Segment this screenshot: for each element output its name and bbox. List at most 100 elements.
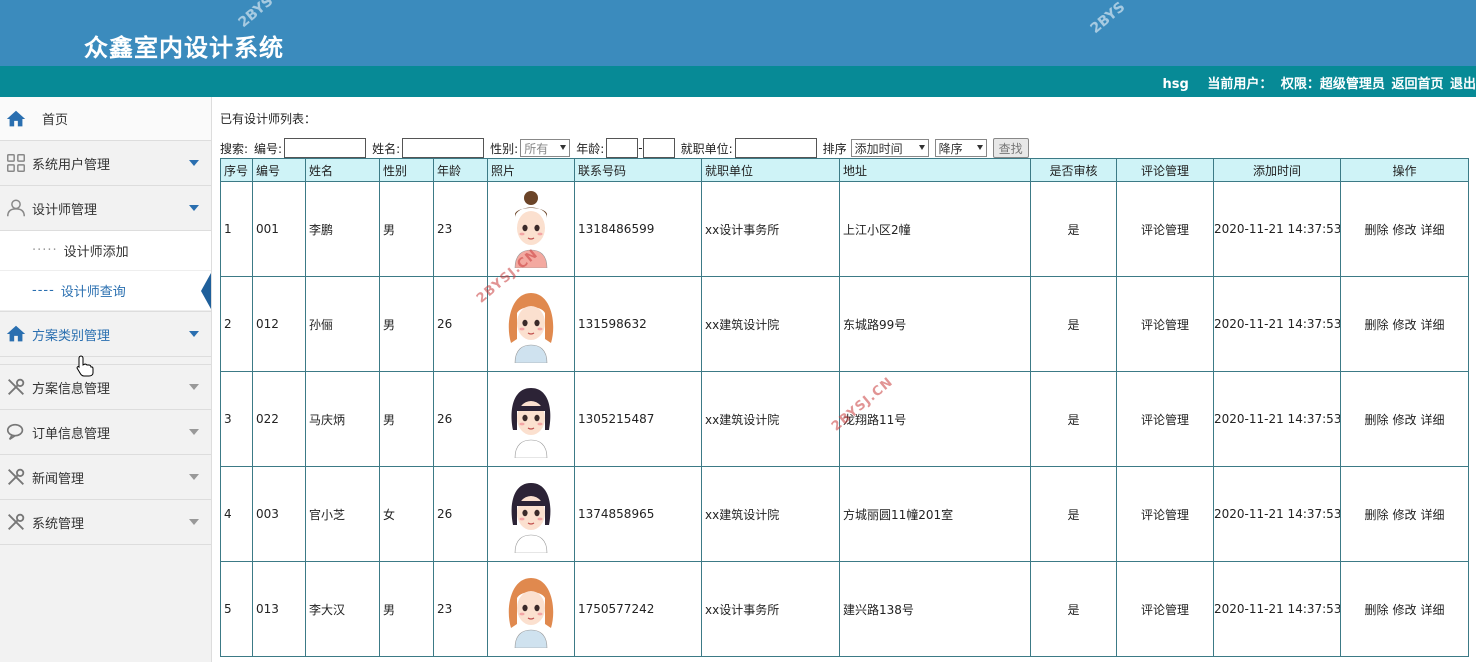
cell-name: 马庆炳 xyxy=(305,371,380,467)
comment-manage-link[interactable]: 评论管理 xyxy=(1116,371,1214,467)
comment-manage-link[interactable]: 评论管理 xyxy=(1116,466,1214,562)
dropdown-arrow-icon xyxy=(976,145,983,150)
cell-name: 李鹏 xyxy=(305,181,380,277)
col-header-name: 姓名 xyxy=(305,158,380,182)
cell-phone: 131598632 xyxy=(574,276,702,372)
cell-phone: 1750577242 xyxy=(574,561,702,657)
cell-gender: 男 xyxy=(379,371,434,467)
designer-photo xyxy=(487,466,575,562)
logout-link[interactable]: 退出 xyxy=(1450,77,1476,92)
app-header: 众鑫室内设计系统 2BYS 2BYS xyxy=(0,0,1476,66)
sidebar-subitem-designer-add[interactable]: ····· 设计师添加 xyxy=(0,231,211,271)
age-max-input[interactable] xyxy=(642,138,675,158)
delete-link[interactable]: 删除 xyxy=(1364,413,1388,427)
cell-approved: 是 xyxy=(1030,276,1117,372)
cell-code: 013 xyxy=(252,561,306,657)
code-input[interactable] xyxy=(284,138,367,158)
delete-link[interactable]: 删除 xyxy=(1364,223,1388,237)
cell-age: 23 xyxy=(433,181,488,277)
cell-phone: 1374858965 xyxy=(574,466,702,562)
search-button[interactable]: 查找 xyxy=(992,138,1029,158)
table-row: 3 022 马庆炳男 26 1305215487 xx建筑设计院 龙翔路11号是评论管理 20… xyxy=(220,371,1469,467)
detail-link[interactable]: 详细 xyxy=(1421,603,1445,617)
chevron-down-icon xyxy=(189,474,199,480)
home-icon xyxy=(3,108,29,130)
sidebar-item-plan-category[interactable]: 方案类别管理 xyxy=(0,312,211,357)
sidebar-item-plan-info[interactable]: 方案信息管理 xyxy=(0,365,211,410)
dropdown-arrow-icon xyxy=(560,145,567,150)
designer-submenu: ····· 设计师添加 ---- 设计师查询 xyxy=(0,231,211,312)
detail-link[interactable]: 详细 xyxy=(1421,508,1445,522)
comment-manage-link[interactable]: 评论管理 xyxy=(1116,276,1214,372)
header-watermark-2: 2BYS xyxy=(1087,0,1129,37)
tools-icon xyxy=(3,466,29,488)
delete-link[interactable]: 删除 xyxy=(1364,318,1388,332)
table-row: 1 001 李鹏男 23 1318486599 xx设计事务所 上江小区2幢是评论管理 202… xyxy=(220,181,1469,277)
cell-gender: 女 xyxy=(379,466,434,562)
sort-label: 排序 xyxy=(822,141,847,156)
delete-link[interactable]: 删除 xyxy=(1364,603,1388,617)
designer-photo xyxy=(487,561,575,657)
cell-ops: 删除 修改 详细 xyxy=(1340,181,1469,277)
edit-link[interactable]: 修改 xyxy=(1392,413,1416,427)
sidebar-item-designers[interactable]: 设计师管理 xyxy=(0,186,211,231)
detail-link[interactable]: 详细 xyxy=(1421,413,1445,427)
sort-order-select[interactable]: 降序 xyxy=(934,139,987,157)
col-header-address: 地址 xyxy=(839,158,1031,182)
cell-name: 孙俪 xyxy=(305,276,380,372)
detail-link[interactable]: 详细 xyxy=(1421,318,1445,332)
cell-time: 2020-11-21 14:37:53 xyxy=(1213,561,1341,657)
cell-unit: xx建筑设计院 xyxy=(701,466,840,562)
comment-manage-link[interactable]: 评论管理 xyxy=(1116,181,1214,277)
sort-field-value: 添加时间 xyxy=(854,141,903,156)
gender-label: 性别: xyxy=(490,141,519,156)
home-link[interactable]: 返回首页 xyxy=(1391,77,1443,92)
edit-link[interactable]: 修改 xyxy=(1392,223,1416,237)
cell-time: 2020-11-21 14:37:53 xyxy=(1213,276,1341,372)
edit-link[interactable]: 修改 xyxy=(1392,508,1416,522)
cell-approved: 是 xyxy=(1030,371,1117,467)
table-row: 4 003 官小芝女 26 1374858965 xx建筑设计院 方城丽圆11幢201室是评… xyxy=(220,466,1469,562)
edit-link[interactable]: 修改 xyxy=(1392,318,1416,332)
sidebar-item-news[interactable]: 新闻管理 xyxy=(0,455,211,500)
cell-name: 官小芝 xyxy=(305,466,380,562)
detail-link[interactable]: 详细 xyxy=(1421,223,1445,237)
sidebar-item-label: 新闻管理 xyxy=(32,471,85,487)
sidebar-item-label: 设计师管理 xyxy=(32,202,98,218)
age-min-input[interactable] xyxy=(606,138,639,158)
current-user-label: 当前用户： xyxy=(1207,77,1273,92)
chevron-down-icon xyxy=(189,429,199,435)
sort-field-select[interactable]: 添加时间 xyxy=(850,139,929,157)
cell-code: 001 xyxy=(252,181,306,277)
sidebar-subitem-label: 设计师查询 xyxy=(60,285,126,300)
comment-manage-link[interactable]: 评论管理 xyxy=(1116,561,1214,657)
col-header-code: 编号 xyxy=(252,158,306,182)
col-header-age: 年龄 xyxy=(433,158,488,182)
tree-line-icon: ····· xyxy=(32,243,58,258)
cell-gender: 男 xyxy=(379,181,434,277)
search-label: 搜索: xyxy=(220,141,249,156)
edit-link[interactable]: 修改 xyxy=(1392,603,1416,617)
sidebar-item-home[interactable]: 首页 xyxy=(0,97,211,141)
sidebar-item-label: 首页 xyxy=(42,113,69,128)
unit-input[interactable] xyxy=(734,138,817,158)
sidebar-subitem-label: 设计师添加 xyxy=(63,245,129,260)
chevron-down-icon xyxy=(189,384,199,390)
cell-time: 2020-11-21 14:37:53 xyxy=(1213,466,1341,562)
code-label: 编号: xyxy=(254,141,283,156)
table-header-row: 序号 编号 姓名 性别 年龄 照片 联系号码 就职单位 地址 是否审核 评论管理… xyxy=(220,158,1469,182)
name-input[interactable] xyxy=(402,138,485,158)
sidebar-item-order-info[interactable]: 订单信息管理 xyxy=(0,410,211,455)
delete-link[interactable]: 删除 xyxy=(1364,508,1388,522)
username: hsg xyxy=(1162,77,1189,92)
sidebar-item-system-users[interactable]: 系统用户管理 xyxy=(0,141,211,186)
sidebar-subitem-designer-query[interactable]: ---- 设计师查询 xyxy=(0,271,211,311)
cell-approved: 是 xyxy=(1030,181,1117,277)
sidebar-item-system[interactable]: 系统管理 xyxy=(0,500,211,545)
cell-name: 李大汉 xyxy=(305,561,380,657)
cell-age: 26 xyxy=(433,466,488,562)
gender-select[interactable]: 所有 xyxy=(520,139,571,157)
sidebar-item-label: 方案信息管理 xyxy=(32,381,111,397)
table-row: 2 012 孙俪男 26 131598632 xx建筑设计院 东城路99号是评论管理 2020… xyxy=(220,276,1469,372)
cell-age: 26 xyxy=(433,276,488,372)
